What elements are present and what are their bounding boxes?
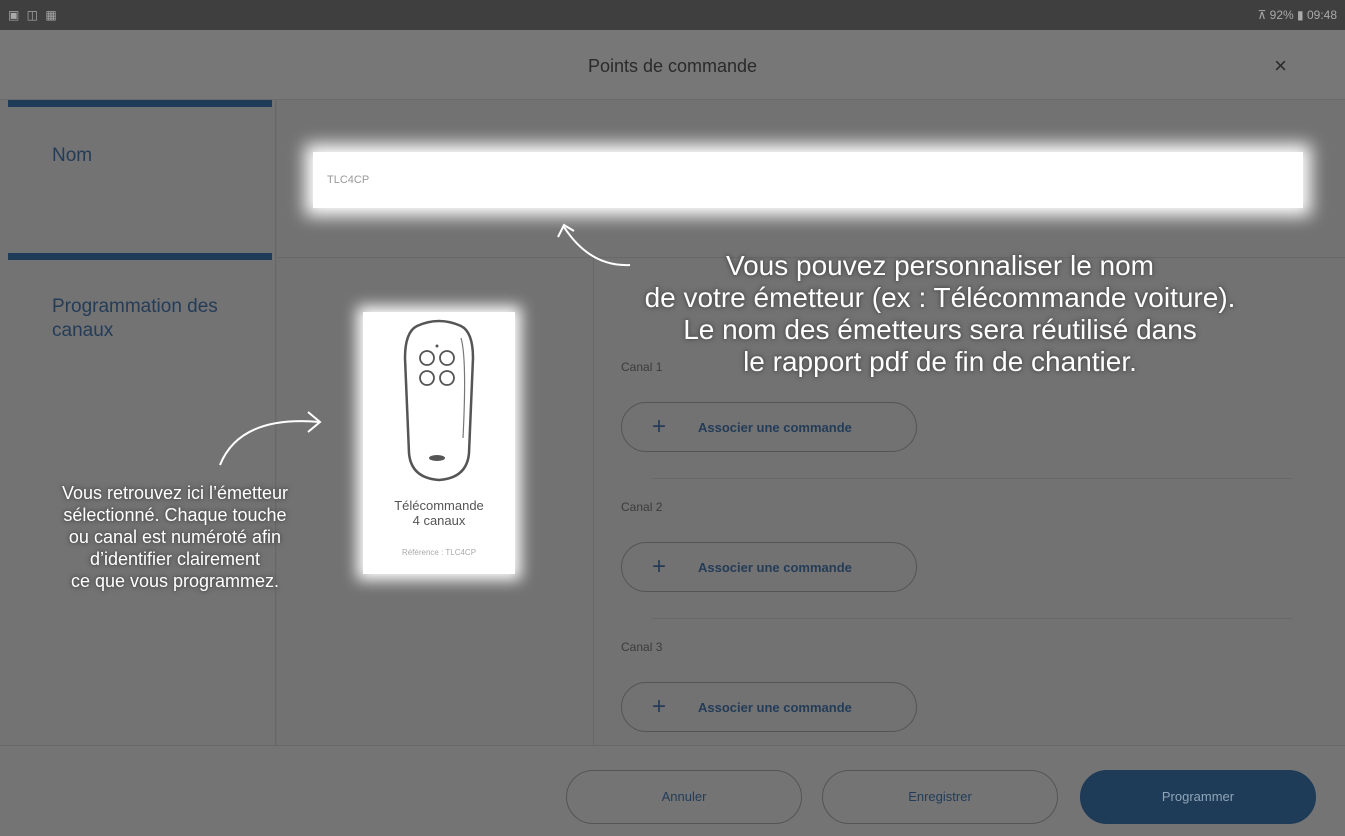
plus-icon: +	[652, 413, 667, 440]
sidebar-item-programmation[interactable]: Programmation des canaux	[8, 253, 272, 403]
page-title: Points de commande	[587, 56, 758, 76]
button-label: Associer une commande	[698, 700, 852, 715]
plus-icon: +	[652, 553, 667, 580]
associate-command-button[interactable]: + Associer une commande	[621, 682, 917, 732]
divider	[652, 478, 1292, 479]
annotation-line: sélectionné. Chaque touche	[63, 505, 287, 525]
annotation-line: ou canal est numéroté afin	[68, 527, 282, 547]
canal-label: Canal 3	[621, 640, 663, 654]
status-bar: ▣ ◫ ▦ ⊼ 92% ▮ 09:48	[0, 0, 1345, 30]
divider	[652, 618, 1292, 619]
button-label: Associer une commande	[698, 560, 852, 575]
arrow-icon	[557, 223, 631, 267]
device-name-line2: 4 canaux	[412, 513, 466, 528]
dialog-header: Points de commande ×	[0, 30, 1345, 100]
annotation-line: Vous retrouvez ici l’émetteur	[61, 483, 289, 503]
device-name: Télécommande 4 canaux	[363, 498, 515, 528]
annotation-line: le rapport pdf de fin de chantier.	[743, 346, 1137, 377]
device-reference: Référence : TLC4CP	[401, 548, 477, 557]
arrow-icon	[219, 411, 322, 466]
associate-command-button[interactable]: + Associer une commande	[621, 542, 917, 592]
cancel-button[interactable]: Annuler	[566, 770, 802, 824]
sidebar-item-label: Programmation des canaux	[52, 296, 218, 341]
status-battery-time: ⊼ 92% ▮ 09:48	[1257, 8, 1337, 22]
associate-command-button[interactable]: + Associer une commande	[621, 402, 917, 452]
active-indicator	[8, 253, 272, 260]
canal-label: Canal 2	[621, 500, 663, 514]
sidebar-item-nom[interactable]: Nom	[8, 100, 272, 250]
annotation-line: ce que vous programmez.	[70, 571, 280, 591]
annotation-line: Le nom des émetteurs sera réutilisé dans	[683, 314, 1197, 345]
annotation-line: d’identifier clairement	[89, 549, 261, 569]
plus-icon: +	[652, 693, 667, 720]
annotation-name-hint: Vous pouvez personnaliser le nom de votr…	[540, 250, 1340, 378]
annotation-line: Vous pouvez personnaliser le nom	[725, 250, 1155, 281]
program-button[interactable]: Programmer	[1080, 770, 1316, 824]
annotation-device-hint: Vous retrouvez ici l’émetteur sélectionn…	[0, 482, 350, 592]
active-indicator	[8, 100, 272, 107]
remote-control-icon	[403, 319, 475, 482]
close-button[interactable]: ×	[1274, 53, 1287, 79]
annotation-line: de votre émetteur (ex : Télécommande voi…	[644, 282, 1236, 313]
name-section	[277, 100, 1345, 258]
name-input[interactable]	[313, 152, 1303, 208]
device-name-line1: Télécommande	[394, 498, 484, 513]
save-button[interactable]: Enregistrer	[822, 770, 1058, 824]
sidebar-item-label: Nom	[52, 145, 93, 166]
button-label: Associer une commande	[698, 420, 852, 435]
device-card: Télécommande 4 canaux Référence : TLC4CP	[363, 312, 515, 574]
status-icons: ▣ ◫ ▦	[8, 8, 59, 22]
dialog-footer: Annuler Enregistrer Programmer	[0, 745, 1345, 836]
